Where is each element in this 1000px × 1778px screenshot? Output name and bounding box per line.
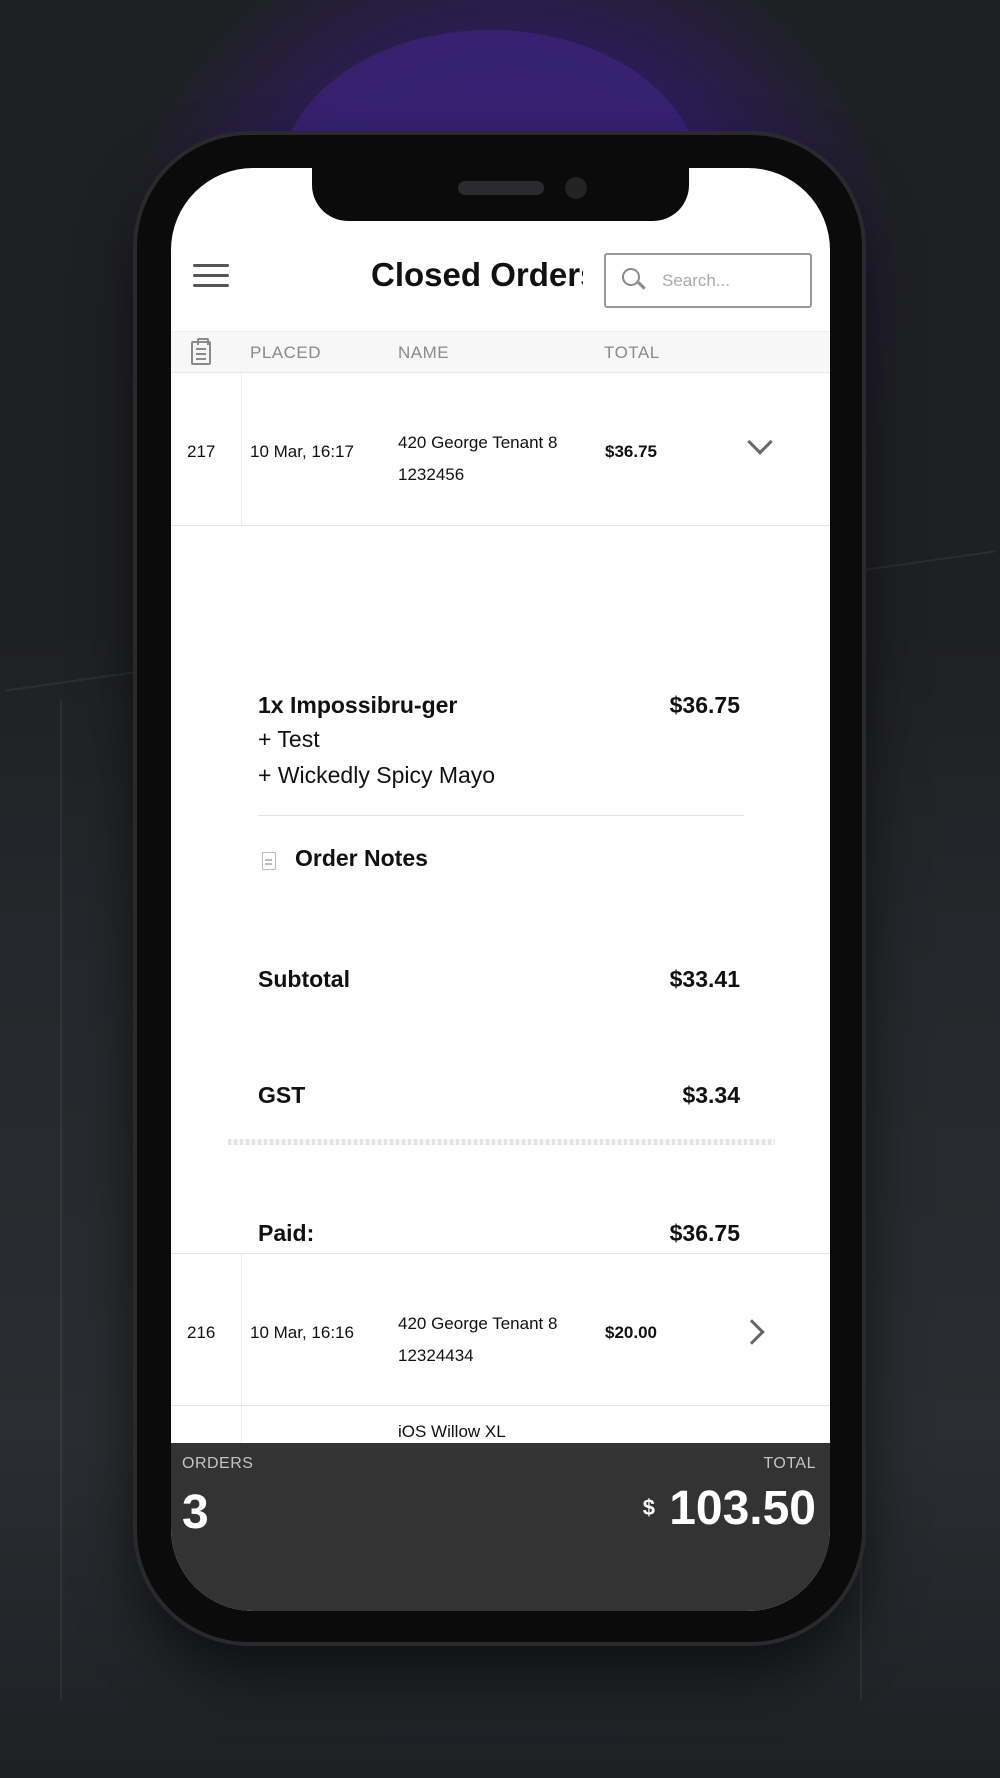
order-placed: 10 Mar, 16:16	[250, 1323, 354, 1342]
order-row[interactable]: 217 10 Mar, 16:17 420 George Tenant 8 12…	[171, 373, 830, 526]
document-icon	[262, 852, 276, 870]
order-id: 217	[187, 442, 216, 461]
column-name[interactable]: NAME	[398, 343, 449, 363]
phone-frame: Closed Orders PLACED NAME TOTAL 217 10 M…	[137, 135, 862, 1642]
clipboard-icon	[191, 338, 211, 365]
order-row[interactable]: 216 10 Mar, 16:16 420 George Tenant 8 12…	[171, 1253, 830, 1406]
search-box[interactable]	[604, 253, 812, 308]
order-name-line1: 420 George Tenant 8	[398, 433, 558, 452]
order-name: 420 George Tenant 8 12324434	[398, 1308, 557, 1372]
orders-count: 3	[182, 1486, 209, 1539]
total-value: 103.50	[669, 1482, 816, 1535]
paid-label: Paid:	[258, 1220, 315, 1246]
order-placed: 10 Mar, 16:17	[250, 442, 354, 461]
table-header: PLACED NAME TOTAL	[171, 331, 830, 373]
subtotal-label: Subtotal	[258, 966, 350, 992]
item-modifier: + Test	[258, 726, 320, 752]
column-total[interactable]: TOTAL	[604, 343, 660, 363]
order-row[interactable]: iOS Willow XL	[171, 1406, 830, 1446]
search-icon	[622, 267, 648, 294]
search-input[interactable]	[662, 270, 802, 291]
app-screen: Closed Orders PLACED NAME TOTAL 217 10 M…	[171, 168, 830, 1611]
order-id: 216	[187, 1323, 216, 1342]
column-placed[interactable]: PLACED	[250, 343, 321, 363]
order-name-line2: 12324434	[398, 1346, 474, 1365]
paid-value: $36.75	[669, 1220, 740, 1246]
subtotal-value: $33.41	[669, 966, 740, 992]
gst-value: $3.34	[682, 1082, 740, 1108]
menu-icon[interactable]	[193, 264, 229, 288]
order-name-line1: iOS Willow XL	[398, 1422, 506, 1441]
chevron-right-icon[interactable]	[739, 1319, 765, 1345]
total-currency: $	[642, 1495, 655, 1520]
page-title: Closed Orders	[371, 256, 583, 293]
speaker	[458, 181, 544, 195]
header: Closed Orders	[171, 238, 830, 318]
item-name: 1x Impossibru-ger	[258, 692, 458, 718]
order-total: $20.00	[605, 1323, 657, 1342]
chevron-down-icon[interactable]	[747, 429, 773, 455]
item-modifier: + Wickedly Spicy Mayo	[258, 762, 496, 788]
order-notes-label[interactable]: Order Notes	[295, 845, 428, 872]
orders-summary-bar: ORDERS TOTAL 3 $ 103.50	[171, 1443, 830, 1611]
phone-notch	[312, 168, 689, 221]
orders-label: ORDERS	[182, 1455, 254, 1472]
order-name-line2: 1232456	[398, 465, 465, 484]
background-line	[60, 700, 62, 1700]
receipt-divider	[228, 1139, 775, 1145]
order-total: $36.75	[605, 442, 657, 461]
gst-label: GST	[258, 1082, 306, 1108]
total-label: TOTAL	[763, 1455, 816, 1472]
order-name: 420 George Tenant 8 1232456	[398, 427, 557, 491]
item-price: $36.75	[669, 692, 740, 718]
order-name-line1: 420 George Tenant 8	[398, 1314, 558, 1333]
camera	[565, 177, 587, 199]
divider	[258, 815, 744, 816]
